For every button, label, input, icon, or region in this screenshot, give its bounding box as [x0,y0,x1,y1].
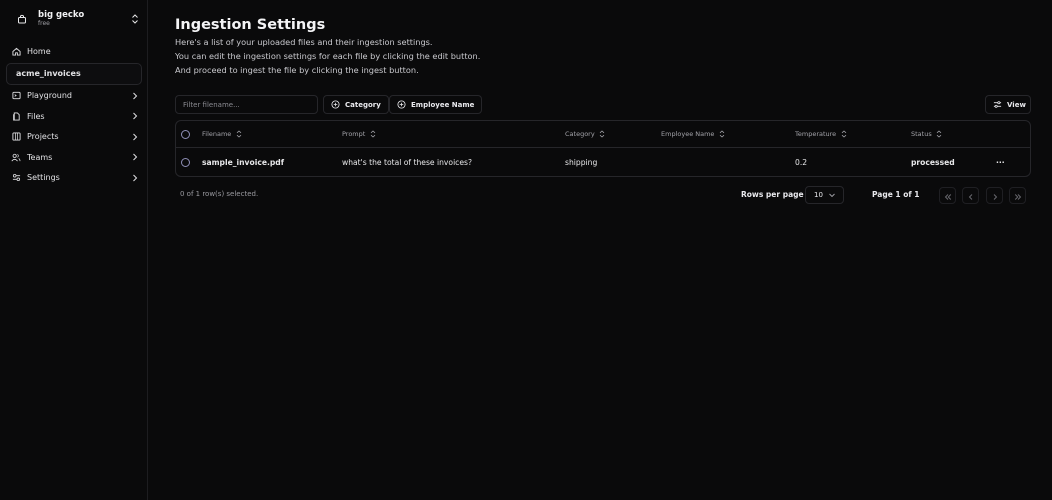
column-header-prompt[interactable]: Prompt [342,121,376,147]
org-name: big gecko [38,9,85,20]
sliders-icon [993,100,1002,109]
first-page-button[interactable] [939,187,956,204]
sidebar-item-label: Settings [27,173,60,183]
chevron-right-icon [130,111,140,121]
projects-icon [11,132,21,142]
row-actions-button[interactable]: ··· [996,148,1005,177]
chevron-right-icon [130,173,140,183]
previous-page-button[interactable] [962,187,979,204]
sidebar-nav: Home acme_invoices Playground Files Proj… [6,41,142,188]
sort-icon [235,130,242,138]
column-header-employee-name[interactable]: Employee Name [661,121,725,147]
rows-per-page-value: 10 [814,191,823,199]
page-description-line: You can edit the ingestion settings for … [175,51,481,61]
sidebar-item-projects[interactable]: Projects [6,127,142,148]
page-description-line: Here's a list of your uploaded files and… [175,37,433,47]
category-filter-button[interactable]: Category [323,95,389,114]
cell-status: processed [911,158,955,167]
chevrons-left-icon [944,186,952,205]
category-filter-label: Category [345,100,381,109]
column-header-status[interactable]: Status [911,121,943,147]
view-options-button[interactable]: View [985,95,1031,114]
filter-filename-input[interactable] [175,95,318,114]
sort-icon [718,130,725,138]
cell-prompt: what's the total of these invoices? [342,158,473,167]
page-indicator: Page 1 of 1 [872,190,920,199]
chevron-left-icon [967,186,975,205]
cell-temperature: 0.2 [795,158,808,167]
column-header-label: Status [911,130,932,138]
row-select-checkbox[interactable] [181,148,190,177]
sidebar-item-settings[interactable]: Settings [6,168,142,189]
chevron-down-icon [828,191,836,199]
sort-icon [936,130,943,138]
sidebar-item-label: Files [27,111,45,121]
sidebar-item-label: acme_invoices [16,69,81,78]
column-header-label: Employee Name [661,130,715,138]
column-header-filename[interactable]: Filename [202,121,242,147]
terminal-icon [11,91,21,101]
org-logo-icon [16,13,28,25]
sidebar-item-acme-invoices[interactable]: acme_invoices [6,62,142,85]
last-page-button[interactable] [1009,187,1026,204]
page-title: Ingestion Settings [175,17,326,33]
chevron-right-icon [991,186,999,205]
sidebar-item-label: Playground [27,91,72,101]
cell-filename: sample_invoice.pdf [202,158,285,167]
sidebar-item-playground[interactable]: Playground [6,86,142,107]
column-header-label: Category [565,130,595,138]
sidebar-item-home[interactable]: Home [6,41,142,62]
sidebar-item-label: Teams [27,152,53,162]
sort-icon [369,130,376,138]
users-icon [11,152,21,162]
table-header-row: Filename Prompt Category Employee Name T… [176,121,1030,148]
ingestion-table: Filename Prompt Category Employee Name T… [175,120,1031,177]
org-plan: free [38,20,50,28]
chevron-right-icon [130,132,140,142]
chevrons-right-icon [1014,186,1022,205]
sort-icon [840,130,847,138]
files-icon [11,111,21,121]
next-page-button[interactable] [986,187,1003,204]
rows-per-page-label: Rows per page [741,190,804,199]
chevrons-up-down-icon [130,13,140,25]
plus-circle-icon [331,100,340,109]
sidebar-item-files[interactable]: Files [6,106,142,127]
sort-icon [599,130,606,138]
sidebar: big gecko free Home acme_invoices Playgr… [0,0,148,500]
settings-icon [11,173,21,183]
table-row[interactable]: sample_invoice.pdf what's the total of t… [176,148,1030,177]
sidebar-item-teams[interactable]: Teams [6,147,142,168]
select-all-checkbox[interactable] [181,121,190,147]
column-header-label: Filename [202,130,232,138]
home-icon [11,46,21,56]
selection-count: 0 of 1 row(s) selected. [180,190,259,198]
employee-name-filter-label: Employee Name [411,100,475,109]
column-header-temperature[interactable]: Temperature [795,121,847,147]
column-header-category[interactable]: Category [565,121,606,147]
chevron-right-icon [130,152,140,162]
plus-circle-icon [397,100,406,109]
rows-per-page-select[interactable]: 10 [805,186,844,204]
column-header-label: Prompt [342,130,366,138]
cell-category: shipping [565,158,598,167]
sidebar-item-label: Projects [27,132,59,142]
view-options-label: View [1007,100,1026,109]
chevron-right-icon [130,91,140,101]
page-description-line: And proceed to ingest the file by clicki… [175,65,419,75]
org-switcher[interactable]: big gecko free [10,8,140,30]
employee-name-filter-button[interactable]: Employee Name [389,95,483,114]
column-header-label: Temperature [795,130,837,138]
sidebar-item-label: Home [27,46,51,56]
